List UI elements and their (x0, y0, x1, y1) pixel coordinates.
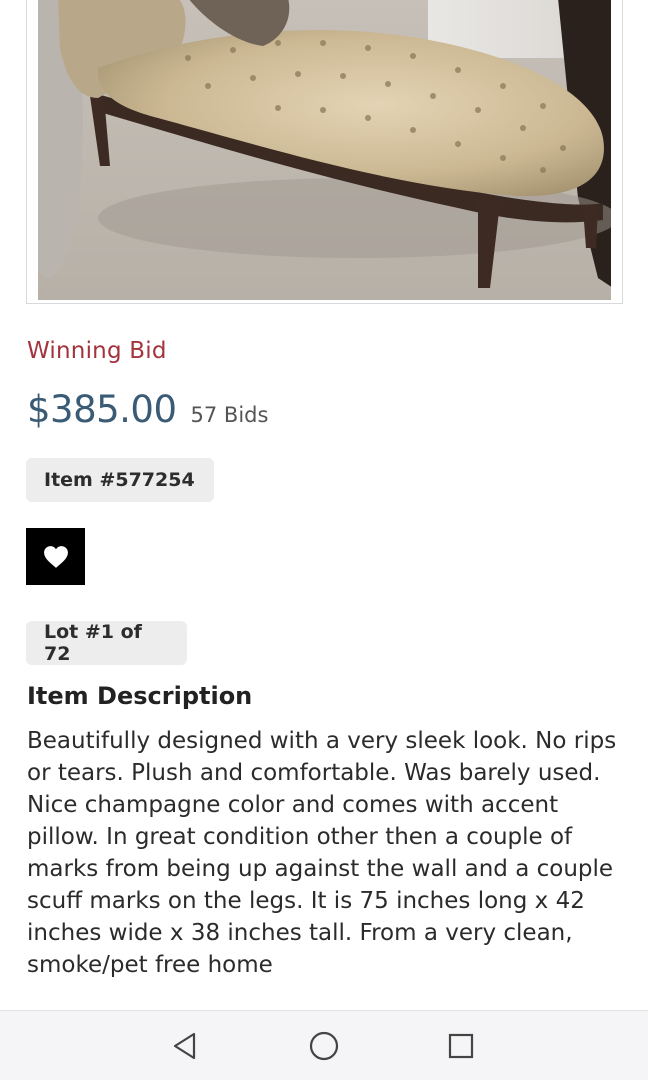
circle-home-icon (309, 1031, 339, 1061)
price-row: $385.00 57 Bids (27, 388, 268, 431)
favorite-button[interactable] (26, 528, 85, 585)
winning-price: $385.00 (27, 388, 177, 431)
item-description-heading: Item Description (27, 682, 253, 710)
triangle-back-icon (173, 1032, 196, 1060)
back-button[interactable] (165, 1026, 205, 1066)
android-navigation-bar (0, 1010, 648, 1080)
heart-icon (43, 545, 68, 568)
winning-bid-label: Winning Bid (27, 338, 167, 364)
item-description-text: Beautifully designed with a very sleek l… (27, 728, 617, 978)
item-photo[interactable] (38, 0, 611, 300)
recents-button[interactable] (441, 1026, 481, 1066)
chaise-lounge-image (38, 0, 611, 300)
home-button[interactable] (304, 1026, 344, 1066)
item-photo-frame (26, 0, 623, 304)
bid-count[interactable]: 57 Bids (191, 403, 269, 427)
square-recents-icon (448, 1033, 474, 1059)
lot-number-badge: Lot #1 of 72 (26, 621, 187, 665)
auction-item-page: Winning Bid $385.00 57 Bids Item #577254… (0, 0, 648, 1080)
item-number-badge: Item #577254 (26, 458, 214, 502)
